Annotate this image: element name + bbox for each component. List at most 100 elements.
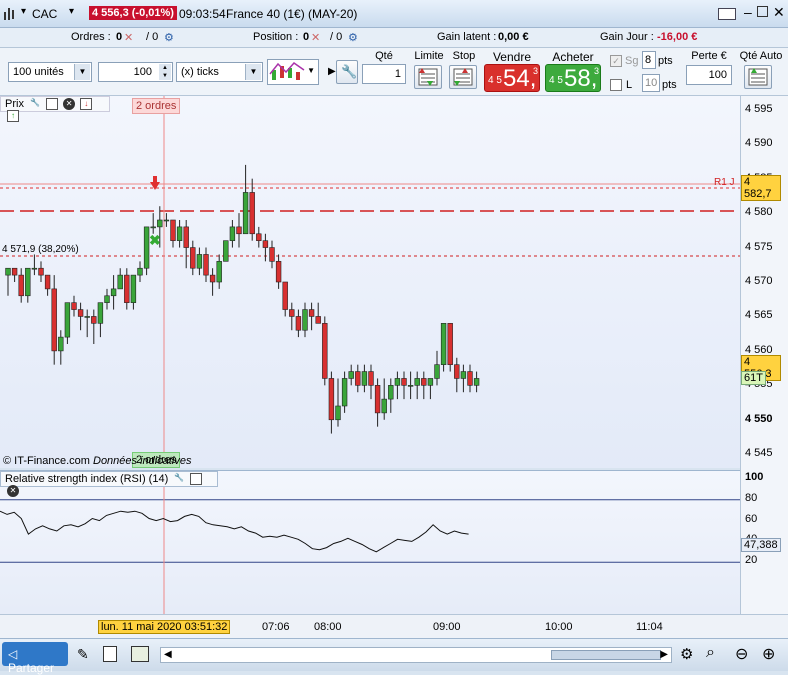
chart-type-icon <box>269 62 305 80</box>
keyboard-icon[interactable] <box>718 8 736 20</box>
horizontal-scrollbar[interactable]: ◀ ▶ <box>160 647 672 663</box>
price-chart-canvas[interactable]: ✖ <box>0 96 740 468</box>
time-axis[interactable]: lun. 11 mai 2020 03:51:32 07:06 08:00 09… <box>0 614 788 638</box>
window-icon[interactable] <box>190 473 203 486</box>
orders-settings-icon[interactable]: ⚙ <box>164 31 174 44</box>
chart-settings-icon[interactable]: ⚙ <box>680 645 693 663</box>
sg-label: Sg <box>625 55 639 67</box>
buy-button[interactable]: 4 5 58, 3 <box>545 64 601 92</box>
drawing-tool-icon[interactable]: ✎ <box>77 646 89 663</box>
candle-body <box>51 288 57 352</box>
candle-body <box>473 378 480 386</box>
candle-body <box>229 226 236 241</box>
candle-body <box>242 192 249 235</box>
stop-order-button[interactable] <box>449 65 477 89</box>
sg-checkbox[interactable]: ✓ <box>610 55 622 67</box>
list-icon[interactable] <box>131 646 149 662</box>
candle-body <box>394 378 401 386</box>
r1-price-tag: 4 582,7 <box>741 175 781 201</box>
dropdown-caret-icon[interactable]: ▾ <box>21 6 26 17</box>
candle-body <box>269 247 275 262</box>
candle-body <box>209 274 216 283</box>
scroll-thumb[interactable] <box>551 650 661 660</box>
candle-body <box>289 309 295 317</box>
chevron-down-icon[interactable]: ▼ <box>245 64 261 80</box>
zoom-area-icon[interactable]: ⌕ <box>706 644 715 662</box>
zoom-in-icon[interactable]: ⊕ <box>762 644 775 664</box>
sg-value-input[interactable]: 8 <box>642 51 656 69</box>
close-icon[interactable]: ✕ <box>63 98 76 111</box>
candle-body <box>447 323 453 365</box>
amount-stepper[interactable]: ▲ ▼ <box>159 64 171 80</box>
share-button[interactable]: ◁ Partager <box>2 642 68 675</box>
rsi-chart-canvas[interactable] <box>0 471 740 615</box>
price-tick: 4 595 <box>745 102 773 115</box>
price-badge: 4 556,3 (-0,01%) <box>89 6 177 20</box>
chevron-down-icon[interactable]: ▼ <box>74 64 90 80</box>
timer-tag: 61T <box>741 371 766 385</box>
candle-body <box>460 371 467 379</box>
candle-body <box>64 302 71 338</box>
candle-body <box>124 274 130 303</box>
time-tick: 09:00 <box>433 621 461 633</box>
units-select[interactable]: 100 unités ▼ <box>8 62 92 82</box>
l-checkbox[interactable] <box>610 79 622 91</box>
candle-body <box>170 219 176 241</box>
limit-order-button[interactable] <box>414 65 442 89</box>
maximize-icon[interactable] <box>757 6 768 17</box>
instrument-label: France 40 (1€) (MAY-20) <box>226 7 358 21</box>
stop-order-icon <box>453 68 473 86</box>
symbol-label[interactable]: CAC <box>32 7 57 21</box>
window-icon[interactable] <box>46 98 59 111</box>
position-label: Position : <box>253 31 299 43</box>
price-axis[interactable]: 4 5954 5904 5854 5804 5754 5704 5654 560… <box>740 96 788 614</box>
zoom-out-icon[interactable]: ⊖ <box>735 644 748 664</box>
ticks-select[interactable]: (x) ticks ▼ <box>176 62 263 82</box>
candle-body <box>374 385 381 414</box>
wrench-icon[interactable]: 🔧 <box>173 473 185 485</box>
order-arrow-icon <box>153 176 157 183</box>
amount-input[interactable]: 100 ▲ ▼ <box>98 62 173 82</box>
scroll-left-icon[interactable]: ◀ <box>164 649 172 660</box>
chevron-right-icon[interactable]: ▶ <box>328 66 336 77</box>
candle-body <box>262 240 269 248</box>
order-bar: 100 unités ▼ 100 ▲ ▼ (x) ticks ▼ ▼ ▶ 🔧 Qt… <box>0 48 788 96</box>
wrench-icon: 🔧 <box>341 64 358 79</box>
position-settings-icon[interactable]: ⚙ <box>348 31 358 44</box>
minimize-icon[interactable]: – <box>744 4 752 20</box>
candle-body <box>223 240 229 262</box>
qty-input[interactable]: 1 <box>362 64 406 84</box>
fib-level-label: 4 571,9 (38,20%) <box>2 244 79 255</box>
move-up-icon[interactable]: ↑ <box>7 110 19 123</box>
chevron-down-icon[interactable]: ▼ <box>307 66 315 75</box>
chart-type-button[interactable]: ▼ <box>267 59 319 85</box>
orders-flag-top[interactable]: 2 ordres <box>132 98 181 114</box>
rsi-tick: 80 <box>745 491 758 504</box>
rsi-panel[interactable]: Relative strength index (RSI) (14) 🔧 ✕ <box>0 470 740 615</box>
candle-body <box>25 267 31 297</box>
position-close-icon[interactable]: ✕ <box>311 31 320 44</box>
limit-order-icon <box>418 68 438 86</box>
symbol-dropdown-icon[interactable]: ▾ <box>69 6 74 17</box>
sg-value: 8 <box>645 54 652 66</box>
close-icon[interactable]: ✕ <box>7 485 19 498</box>
candle-body <box>421 378 427 386</box>
l-value-input[interactable]: 10 <box>642 74 660 92</box>
price-chart-panel[interactable]: ✖ Prix 🔧 ✕ ↓ ↑ 2 ordres 4 571,9 (38,20%)… <box>0 96 740 468</box>
rsi-line <box>0 510 469 553</box>
candle-body <box>348 371 354 379</box>
auto-qty-button[interactable] <box>744 65 772 89</box>
orders-label: Ordres : <box>71 31 111 43</box>
loss-input[interactable]: 100 <box>686 65 732 85</box>
move-down-icon[interactable]: ↓ <box>80 98 93 111</box>
gain-latent-value: 0,00 € <box>498 31 529 43</box>
scroll-right-icon[interactable]: ▶ <box>660 649 668 660</box>
sell-button[interactable]: 4 5 54, 3 <box>484 64 540 92</box>
close-icon[interactable]: ✕ <box>773 4 785 21</box>
candle-body <box>440 323 447 365</box>
settings-wrench-button[interactable]: 🔧 <box>336 60 358 84</box>
wrench-icon[interactable]: 🔧 <box>29 98 41 110</box>
notes-icon[interactable] <box>103 646 117 662</box>
orders-cancel-icon[interactable]: ✕ <box>124 31 133 44</box>
candle-body <box>302 309 308 331</box>
